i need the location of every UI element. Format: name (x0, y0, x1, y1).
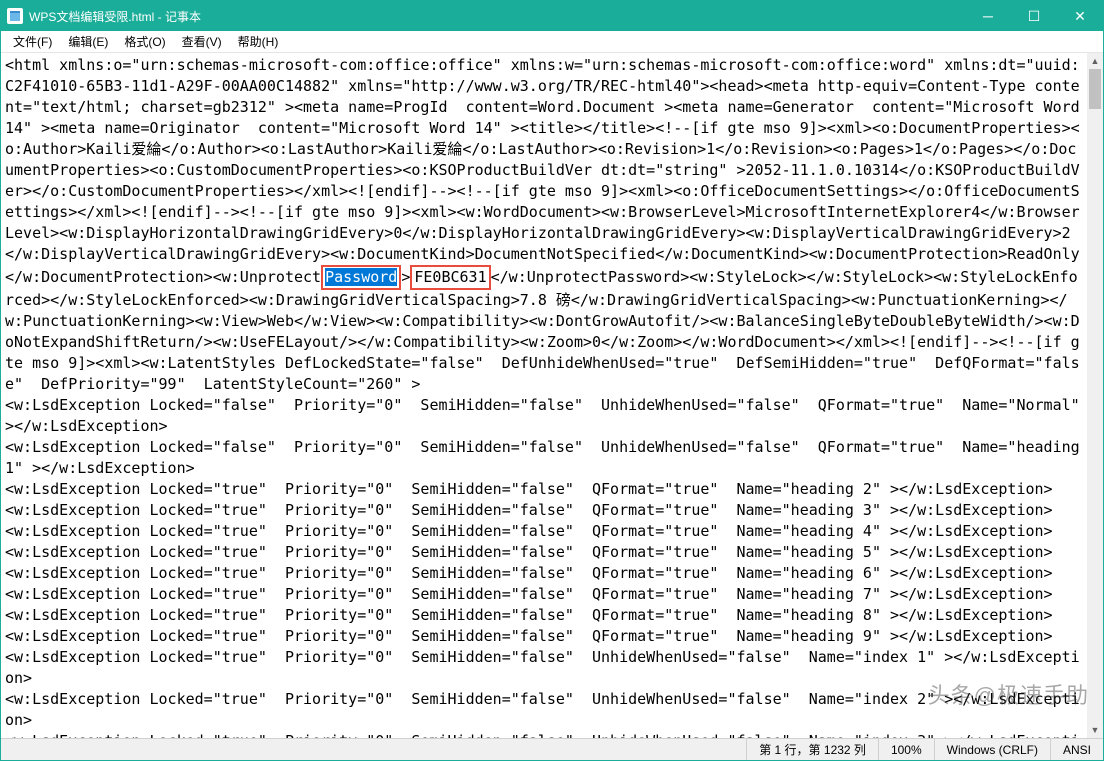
notepad-icon (7, 8, 23, 24)
menu-file[interactable]: 文件(F) (5, 31, 60, 52)
menu-edit[interactable]: 编辑(E) (60, 31, 116, 52)
text-area[interactable]: <html xmlns:o="urn:schemas-microsoft-com… (1, 53, 1087, 738)
status-encoding: ANSI (1050, 739, 1103, 760)
status-eol: Windows (CRLF) (934, 739, 1050, 760)
menu-help[interactable]: 帮助(H) (230, 31, 287, 52)
menu-format[interactable]: 格式(O) (116, 31, 173, 52)
minimize-button[interactable]: ─ (965, 1, 1011, 31)
highlighted-value: FE0BC631 (410, 265, 490, 290)
status-position: 第 1 行，第 1232 列 (746, 739, 878, 760)
status-zoom: 100% (878, 739, 934, 760)
text-pre: <html xmlns:o="urn:schemas-microsoft-com… (5, 56, 1087, 286)
scroll-down-icon[interactable]: ▼ (1087, 722, 1103, 738)
menu-view[interactable]: 查看(V) (174, 31, 230, 52)
window-title: WPS文档编辑受限.html - 记事本 (29, 8, 965, 25)
scroll-thumb[interactable] (1089, 69, 1101, 109)
scroll-up-icon[interactable]: ▲ (1087, 53, 1103, 69)
selected-text: Password (325, 268, 397, 286)
text-post: </w:UnprotectPassword><w:StyleLock></w:S… (5, 268, 1087, 738)
vertical-scrollbar[interactable]: ▲ ▼ (1087, 53, 1103, 738)
menubar: 文件(F) 编辑(E) 格式(O) 查看(V) 帮助(H) (1, 31, 1103, 53)
maximize-button[interactable]: ☐ (1011, 1, 1057, 31)
titlebar: WPS文档编辑受限.html - 记事本 ─ ☐ ✕ (1, 1, 1103, 31)
close-button[interactable]: ✕ (1057, 1, 1103, 31)
text-mid: > (401, 268, 410, 286)
statusbar: 第 1 行，第 1232 列 100% Windows (CRLF) ANSI (1, 738, 1103, 760)
